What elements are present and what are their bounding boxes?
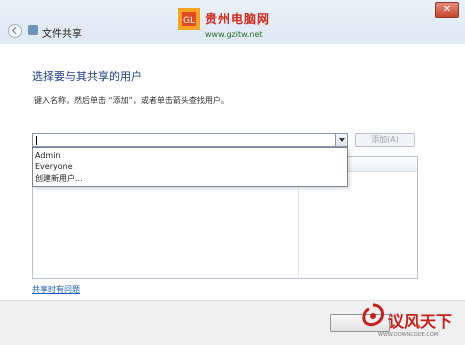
close-button[interactable]: ✕ xyxy=(435,2,459,18)
watermark-url: www.gzitw.net xyxy=(205,30,263,39)
watermark-logo-icon-2 xyxy=(362,303,384,327)
watermark-bottom-sub: WWW.DOWNCODE.COM xyxy=(378,332,439,338)
svg-text:GL: GL xyxy=(183,16,195,26)
sharing-problem-link[interactable]: 共享时有问题 xyxy=(32,284,80,295)
dropdown-item-create-user[interactable]: 创建新用户... xyxy=(35,173,83,184)
add-button[interactable]: 添加(A) xyxy=(355,133,415,147)
dropdown-item-everyone[interactable]: Everyone xyxy=(35,162,73,171)
dropdown-item-admin[interactable]: Admin xyxy=(35,151,61,160)
dropdown-arrow-icon[interactable] xyxy=(335,134,347,146)
instruction-text: 键入名称，然后单击 “添加”，或者单击箭头查找用户。 xyxy=(34,96,229,105)
watermark-logo-icon: GL xyxy=(178,8,200,30)
back-arrow-icon[interactable] xyxy=(8,24,22,38)
user-name-combobox[interactable] xyxy=(32,133,348,147)
watermark-bottom-text: 议风天下 xyxy=(388,312,453,331)
file-share-icon xyxy=(28,25,38,35)
watermark-site-name: 贵州电脑网 xyxy=(205,12,271,26)
text-caret xyxy=(36,136,37,145)
title-bar: 文件共享 ✕ GL 贵州电脑网 www.gzitw.net xyxy=(0,0,465,44)
window-title: 文件共享 xyxy=(42,29,82,40)
page-heading: 选择要与其共享的用户 xyxy=(32,70,142,83)
user-dropdown-list[interactable]: Admin Everyone 创建新用户... xyxy=(32,147,348,187)
